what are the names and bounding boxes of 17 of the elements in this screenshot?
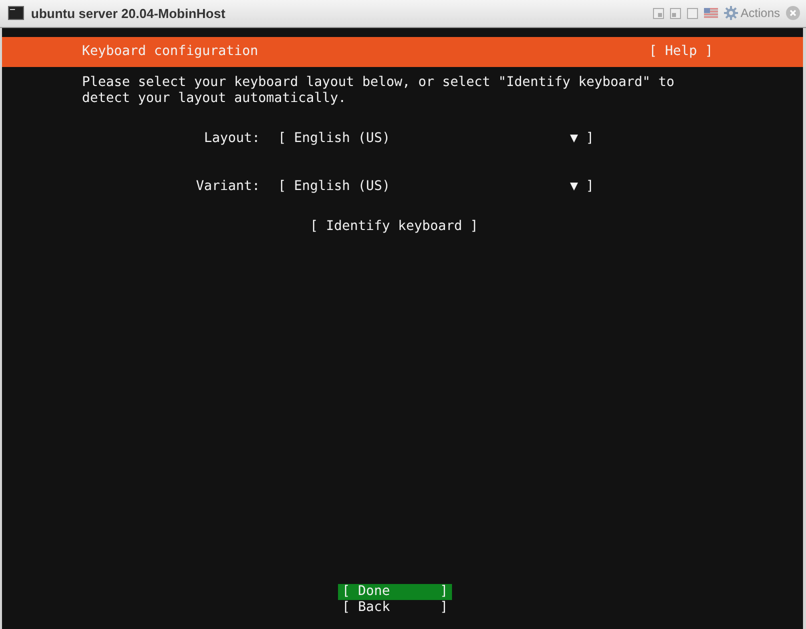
- flag-icon[interactable]: [704, 8, 718, 18]
- dropdown-field[interactable]: [ English (US) ▼ ]: [278, 178, 594, 195]
- field-label: Variant:: [194, 178, 260, 195]
- terminal-icon: [8, 6, 24, 20]
- window-minimize-icon[interactable]: [652, 8, 664, 19]
- screen-title: Keyboard configuration: [82, 44, 258, 60]
- window-title: ubuntu server 20.04-MobinHost: [31, 6, 226, 21]
- window-restore-icon[interactable]: [670, 8, 681, 19]
- menu-button[interactable]: [ Done ]: [338, 584, 452, 600]
- instruction-text: Please select your keyboard layout below, or select "Identify keyboard" to detect your layout automatically.: [82, 74, 676, 107]
- menu-button[interactable]: [ Back ]: [338, 600, 452, 616]
- gear-icon: [724, 6, 738, 20]
- window-maximize-icon[interactable]: [686, 8, 698, 19]
- close-icon[interactable]: [786, 6, 800, 20]
- dropdown-field[interactable]: [ English (US) ▼ ]: [278, 130, 594, 147]
- identify-keyboard-button[interactable]: [ Identify keyboard ]: [310, 218, 478, 235]
- field-label: Layout:: [202, 130, 260, 147]
